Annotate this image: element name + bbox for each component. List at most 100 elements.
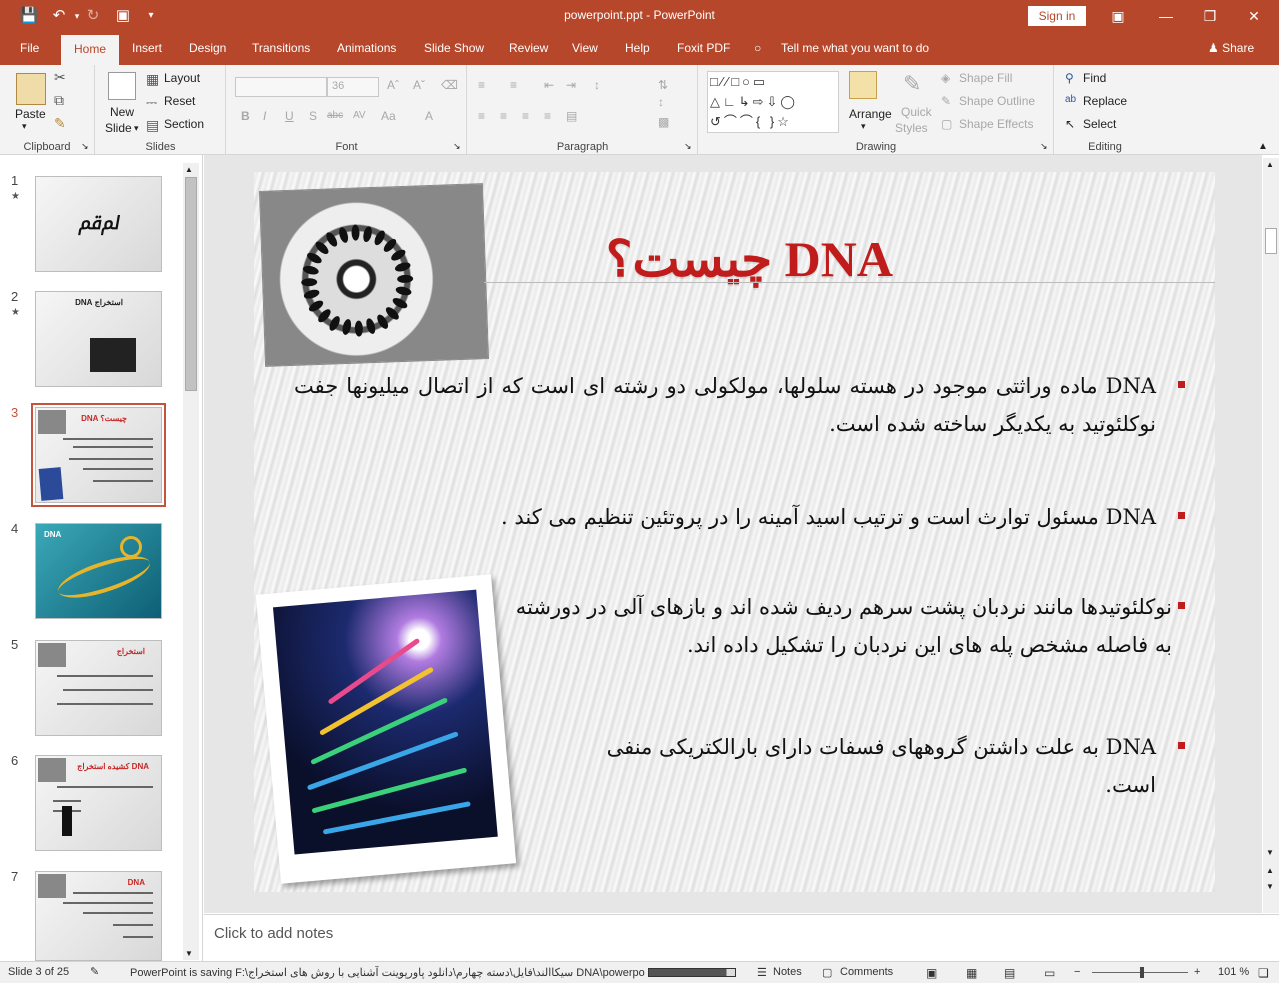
font-launcher-icon[interactable]: ↘ [453,141,461,152]
tab-transitions[interactable]: Transitions [252,41,310,55]
arrange-button[interactable]: Arrange [849,107,892,121]
notes-icon: ☰ [757,967,767,979]
previous-slide-icon[interactable]: ▲ [1266,866,1274,875]
tab-slide-show[interactable]: Slide Show [424,41,484,55]
animation-star-icon: ★ [11,307,20,318]
restore-icon[interactable]: ❐ [1196,4,1224,28]
tab-review[interactable]: Review [509,41,548,55]
slide-sorter-icon[interactable]: ▦ [966,966,977,980]
bullet-text[interactable]: نوکلئوتیدها مانند نردبان پشت سرهم ردیف ش… [514,588,1172,664]
seed-shape [305,250,324,266]
drawing-launcher-icon[interactable]: ↘ [1040,141,1048,152]
new-slide-dropdown-icon[interactable]: ▾ [134,123,139,134]
scroll-down-icon[interactable]: ▼ [1266,848,1274,857]
slide-thumbnail-2[interactable]: استخراج DNA [35,291,162,387]
tab-animations[interactable]: Animations [337,41,396,55]
new-slide-button[interactable]: New [110,105,134,119]
zoom-in-icon[interactable]: + [1194,966,1200,978]
slide-thumbnail-7[interactable]: DNA [35,871,162,961]
select-button[interactable]: Select [1083,117,1116,131]
tab-help[interactable]: Help [625,41,650,55]
slide-canvas[interactable]: DNA چیست؟ DNA ماده وراثتی موجود در هسته … [254,172,1215,892]
quick-styles-button: Quick [901,105,932,119]
scroll-thumb[interactable] [185,177,197,391]
tab-design[interactable]: Design [189,41,226,55]
tab-insert[interactable]: Insert [132,41,162,55]
calligraphy-image: ﱂﰴ [77,213,122,233]
italic-icon: I [263,109,267,123]
tab-view[interactable]: View [572,41,598,55]
save-icon[interactable]: 💾 [18,6,40,26]
seed-shape [362,225,374,243]
comments-toggle-button[interactable]: Comments [840,966,893,978]
start-from-beginning-icon[interactable]: ▣ [112,6,134,26]
bullet-text[interactable]: DNA مسئول توارث است و ترتیب اسید آمینه ر… [374,498,1156,536]
cut-icon[interactable]: ✂ [54,69,66,86]
seed-shape [354,320,364,337]
copy-icon[interactable]: ⧉ [54,92,64,109]
section-icon: ▤ [146,117,160,133]
tab-file[interactable]: File [20,41,39,55]
font-name-box[interactable] [235,77,327,97]
smartart-icon: ▩ [658,115,670,129]
find-button[interactable]: Find [1083,71,1106,85]
format-painter-icon[interactable]: ✎ [54,115,66,132]
tab-home[interactable]: Home [61,35,119,65]
share-button[interactable]: ♟ Share [1208,41,1254,55]
paste-dropdown-icon[interactable]: ▾ [22,121,27,132]
slide-show-icon[interactable]: ▭ [1044,966,1055,980]
justify-icon: ≡ [544,109,552,123]
zoom-level[interactable]: 101 % [1218,966,1249,978]
notes-toggle-button[interactable]: Notes [773,966,802,978]
bullet-marker [1178,381,1185,388]
collapse-ribbon-icon[interactable]: ▲ [1258,141,1268,152]
status-bar: Slide 3 of 25 ✎ PowerPoint is saving F:\… [0,961,1279,983]
tab-foxit-pdf[interactable]: Foxit PDF [677,41,730,55]
replace-button[interactable]: Replace [1083,94,1127,108]
bullet-text[interactable]: DNA به علت داشتن گروههای فسفات دارای بار… [584,728,1156,804]
scroll-down-icon[interactable]: ▼ [185,949,193,958]
ribbon-tabs: File Home Insert Design Transitions Anim… [0,32,1279,65]
ribbon-display-options-icon[interactable]: ▣ [1104,4,1132,28]
spell-check-icon[interactable]: ✎ [90,965,99,978]
bullet-text[interactable]: DNA ماده وراثتی موجود در هسته سلولها، مو… [294,367,1156,443]
slide-scrollbar[interactable]: ▲ ▼ ▲ ▼ [1263,158,1279,913]
align-text-icon: ↕ [658,95,664,109]
slide-thumbnail-1[interactable]: ﱂﰴ [35,176,162,272]
zoom-out-icon[interactable]: − [1074,966,1080,978]
slide-thumbnail-3[interactable]: DNA چیست؟ [31,403,166,507]
zoom-slider-thumb[interactable] [1140,967,1144,978]
reading-view-icon[interactable]: ▤ [1004,966,1015,980]
scroll-up-icon[interactable]: ▲ [1266,160,1274,169]
paste-button[interactable]: Paste [15,107,46,121]
tell-me-box[interactable]: Tell me what you want to do [781,41,929,55]
shapes-gallery[interactable]: □∕∕□○▭ △∟↳⇨⇩◯ ↺⌒⌒{ }☆ [707,71,839,133]
shape-fill-button: Shape Fill [959,71,1013,85]
notes-placeholder[interactable]: Click to add notes [214,925,333,942]
increase-font-icon: Aˆ [387,78,399,92]
reset-button[interactable]: Reset [164,94,195,108]
scroll-thumb[interactable] [1265,228,1277,254]
layout-button[interactable]: Layout [164,71,200,85]
scroll-up-icon[interactable]: ▲ [185,165,193,174]
slide-thumbnail-6[interactable]: کشیده استخراج DNA [35,755,162,851]
customize-qat-icon[interactable]: ▾ [140,6,162,26]
minimize-icon[interactable]: — [1152,4,1180,28]
normal-view-icon[interactable]: ▣ [926,966,937,980]
slide-thumbnail-4[interactable]: DNA [35,523,162,619]
clipboard-launcher-icon[interactable]: ↘ [81,141,89,152]
thumbnail-scrollbar[interactable]: ▲ ▼ [183,163,199,960]
new-slide-label[interactable]: Slide [105,121,132,135]
paragraph-launcher-icon[interactable]: ↘ [684,141,692,152]
next-slide-icon[interactable]: ▼ [1266,882,1274,891]
bullet-marker [1178,512,1185,519]
close-icon[interactable]: ✕ [1240,4,1268,28]
arrange-dropdown-icon[interactable]: ▾ [861,121,866,132]
sign-in-button[interactable]: Sign in [1028,6,1086,26]
fit-slide-icon[interactable]: ❏ [1258,966,1269,980]
slide-thumbnail-5[interactable]: استخراج [35,640,162,736]
slide-title[interactable]: DNA چیست؟ [600,230,893,288]
font-size-box[interactable]: 36 [327,77,379,97]
notes-pane[interactable]: Click to add notes [204,914,1279,961]
section-button[interactable]: Section [164,117,204,131]
